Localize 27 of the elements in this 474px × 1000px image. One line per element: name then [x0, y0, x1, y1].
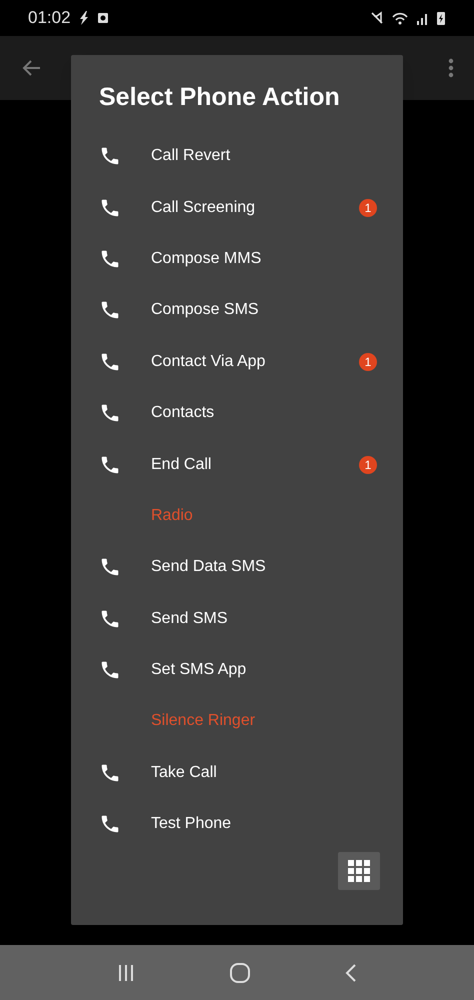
- battery-icon: [436, 10, 446, 26]
- status-time: 01:02: [28, 7, 71, 30]
- action-item[interactable]: Compose SMS: [71, 284, 403, 336]
- home-icon[interactable]: [228, 962, 251, 984]
- action-item[interactable]: Contacts: [71, 387, 403, 439]
- action-item[interactable]: Contact Via App 1: [71, 336, 403, 388]
- back-icon[interactable]: [344, 962, 358, 982]
- action-item[interactable]: Call Screening 1: [71, 182, 403, 234]
- action-item[interactable]: Send SMS: [71, 593, 403, 644]
- square-icon: [96, 12, 109, 24]
- action-item[interactable]: End Call 1: [71, 438, 403, 490]
- action-item[interactable]: Call Revert: [71, 130, 403, 182]
- wifi-icon: [392, 10, 408, 26]
- count-badge: 1: [359, 198, 377, 217]
- count-badge: 1: [359, 352, 377, 371]
- grid-icon: [348, 860, 370, 882]
- action-item[interactable]: Take Call: [71, 747, 403, 799]
- action-item[interactable]: Compose MMS: [71, 233, 403, 285]
- flash-icon: [78, 11, 89, 25]
- action-item[interactable]: Set SMS App: [71, 644, 403, 696]
- count-badge: 1: [359, 456, 377, 474]
- more-icon[interactable]: [448, 58, 454, 78]
- keypad-button[interactable]: [338, 852, 380, 890]
- action-item[interactable]: Send Data SMS: [71, 542, 403, 594]
- mute-icon: [370, 10, 384, 26]
- dialog-title: Select Phone Action: [98, 82, 341, 113]
- action-item[interactable]: Test Phone: [71, 798, 403, 850]
